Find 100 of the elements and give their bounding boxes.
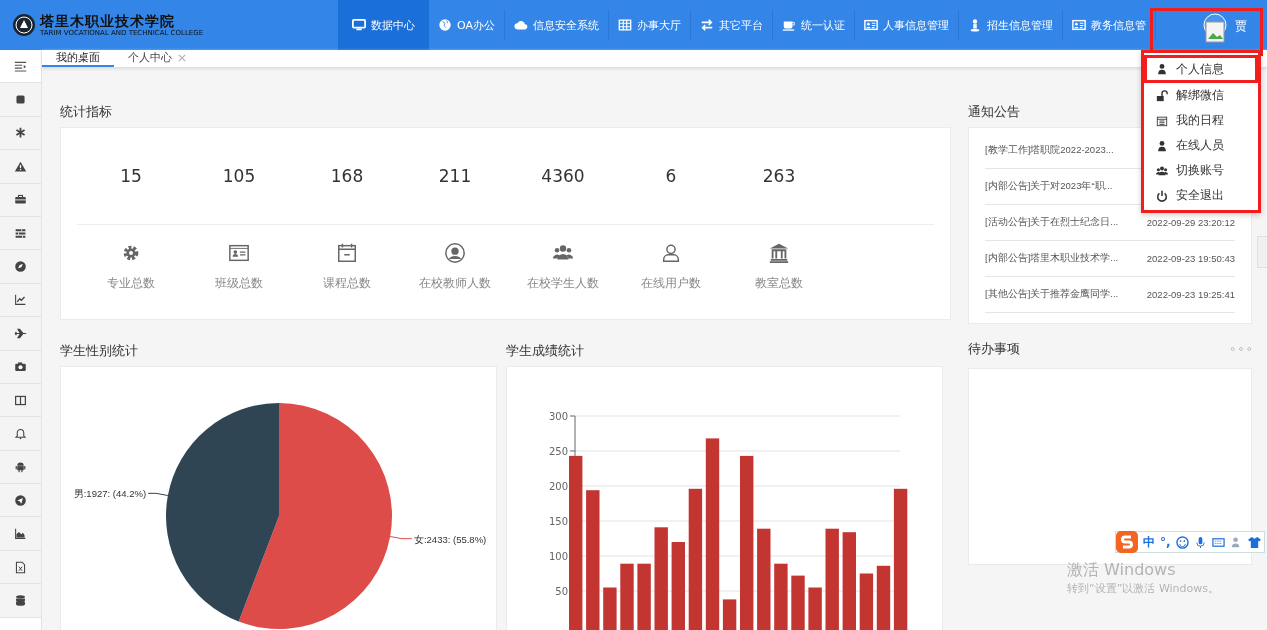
section-title: 通知公告 [968, 103, 1020, 121]
asterisk-icon [14, 126, 27, 140]
menu-item[interactable]: 解绑微信 [1144, 83, 1258, 108]
stat-value: 263 [762, 166, 796, 186]
nav-item[interactable]: 办事大厅 [609, 10, 691, 40]
menu-item[interactable]: 在线人员 [1144, 133, 1258, 158]
menu-icon [13, 59, 28, 73]
nav-item[interactable]: 教务信息管 [1063, 10, 1156, 40]
menu-item[interactable]: 切换账号 [1144, 158, 1258, 183]
stat-value: 168 [330, 166, 364, 186]
person-pin-icon [968, 18, 982, 32]
notice-link[interactable]: [教学工作]塔职院2022-2023... [985, 144, 1114, 157]
nav-item[interactable]: 招生信息管理 [959, 10, 1063, 40]
microphone-icon[interactable] [1193, 535, 1207, 549]
bar [774, 563, 788, 630]
line-chart-icon [14, 293, 27, 307]
stat-value: 4360 [541, 166, 585, 186]
sidebar-item[interactable] [0, 283, 41, 318]
stat-value: 105 [222, 166, 256, 186]
bell-icon [14, 427, 27, 440]
stat-label: 专业总数 [107, 276, 155, 290]
bar [603, 587, 617, 630]
ime-logo-icon[interactable] [1116, 531, 1138, 553]
nav-item[interactable]: 数据中心 [338, 0, 429, 50]
menu-item[interactable]: 我的日程 [1144, 108, 1258, 133]
sidebar-item[interactable] [0, 517, 41, 551]
users-icon [1156, 164, 1168, 177]
id-card-icon [228, 242, 250, 264]
sidebar-item[interactable] [0, 116, 41, 151]
sidebar-item[interactable] [0, 584, 41, 618]
database-icon [14, 593, 27, 607]
stat-value: 211 [438, 166, 472, 186]
bar [620, 563, 634, 630]
ime-punctuation-toggle[interactable]: °, [1160, 535, 1171, 549]
sidebar-item[interactable] [0, 150, 41, 184]
stat-label: 课程总数 [323, 276, 371, 290]
menu-item[interactable]: 个人信息 [1144, 55, 1258, 83]
section-title: 待办事项 [968, 340, 1020, 358]
globe-icon [438, 18, 452, 32]
notice-link[interactable]: [内部公告]塔里木职业技术学... [985, 252, 1119, 265]
slice-label: 男:1927: (44.2%) [73, 488, 147, 500]
sidebar-item[interactable] [0, 550, 41, 585]
stat-label: 在线用户数 [641, 276, 701, 290]
y-tick-label: 150 [548, 516, 568, 527]
stat-value: 15 [120, 166, 142, 186]
compass-icon [14, 260, 27, 274]
cloud-icon [514, 18, 528, 32]
stat-label: 班级总数 [215, 276, 263, 290]
notice-link[interactable]: [其他公告]关于推荐金鹰同学... [985, 288, 1119, 301]
list-icon [14, 226, 27, 240]
bar [791, 575, 805, 630]
grid-icon [618, 18, 632, 32]
tab[interactable]: 我的桌面 [42, 50, 114, 67]
notice-time: 2022-09-23 19:50:43 [1146, 253, 1235, 264]
sidebar-item[interactable] [0, 484, 41, 518]
sidebar-item[interactable] [0, 83, 41, 117]
activation-text: 转到“设置”以激活 Windows。 [1067, 581, 1219, 596]
keyboard-icon[interactable] [1211, 535, 1225, 549]
ime-language-toggle[interactable]: 中 [1143, 533, 1155, 551]
nav-item[interactable]: 信息安全系统 [505, 10, 609, 40]
sidebar-item[interactable] [0, 183, 41, 217]
camera-icon [14, 360, 27, 374]
nav-item[interactable]: 人事信息管理 [855, 10, 959, 40]
nav-item[interactable]: 统一认证 [773, 10, 855, 40]
nav-item[interactable]: OA办公 [429, 10, 505, 40]
stat-value: 6 [665, 166, 677, 186]
briefcase-icon [14, 193, 27, 207]
stat-label: 在校教师人数 [419, 276, 491, 290]
columns-icon [14, 393, 27, 407]
calendar-icon [1156, 114, 1168, 127]
y-tick-label: 100 [548, 551, 568, 562]
tab[interactable]: 个人中心 [114, 50, 200, 67]
id-card-icon [864, 18, 878, 32]
nav-item[interactable]: 其它平台 [691, 10, 773, 40]
notice-link[interactable]: [内部公告]关于对2023年“职... [985, 180, 1113, 193]
sidebar-item[interactable] [0, 317, 41, 351]
exchange-icon [700, 18, 714, 32]
unlock-icon [1156, 89, 1168, 102]
y-tick-label: 50 [555, 586, 568, 597]
user-icon [1156, 63, 1168, 75]
menu-item[interactable]: 安全退出 [1144, 183, 1258, 208]
bar [637, 563, 651, 630]
sidebar-item[interactable] [0, 250, 41, 284]
sidebar-item[interactable] [0, 417, 41, 451]
college-emblem-icon [12, 13, 36, 37]
sidebar-item[interactable] [0, 216, 41, 251]
warning-icon [14, 159, 27, 173]
notice-link[interactable]: [活动公告]关于在烈士纪念日... [985, 216, 1119, 229]
area-chart-icon [14, 527, 27, 541]
sidebar-item[interactable] [0, 350, 41, 384]
square-icon [14, 93, 27, 107]
smiley-icon[interactable] [1175, 535, 1189, 549]
shirt-icon[interactable] [1247, 535, 1261, 549]
sidebar-item[interactable] [0, 383, 41, 418]
bar [876, 565, 891, 630]
sidebar-item[interactable] [0, 450, 41, 485]
activation-title: 激活 Windows [1067, 560, 1177, 581]
avatar[interactable] [1203, 13, 1227, 43]
user-circle-icon [444, 242, 466, 264]
user-name[interactable]: 贾 [1235, 18, 1247, 35]
